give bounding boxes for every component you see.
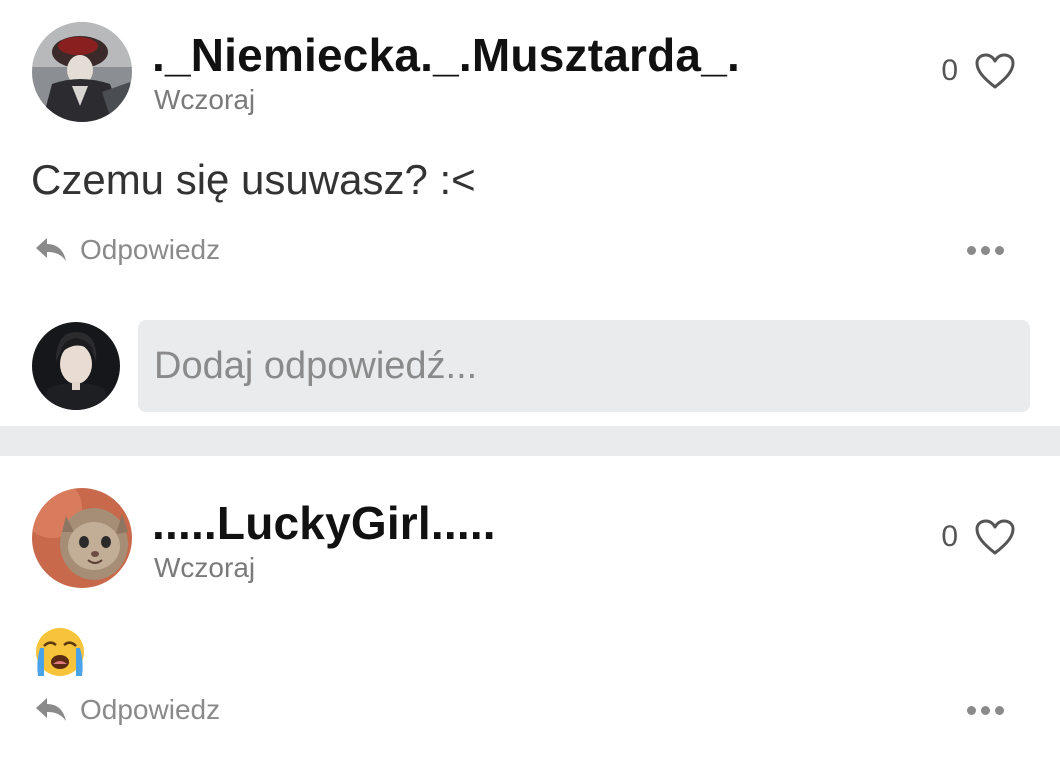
reply-icon <box>34 236 68 264</box>
like-count: 0 <box>941 54 958 87</box>
reply-label: Odpowiedz <box>80 694 221 725</box>
reply-composer <box>32 320 1030 412</box>
more-options-icon[interactable] <box>967 700 1004 721</box>
username[interactable]: .....LuckyGirl..... <box>152 496 496 550</box>
reply-label: Odpowiedz <box>80 234 221 265</box>
username[interactable]: ._Niemiecka._.Musztarda_. <box>152 28 740 82</box>
like-control: 0 <box>941 52 1016 90</box>
comment-actions: Odpowiedz <box>34 234 1004 266</box>
like-control: 0 <box>941 518 1016 556</box>
like-count: 0 <box>941 520 958 553</box>
comment-separator <box>0 426 1060 456</box>
comment-item: .....LuckyGirl..... Wczoraj 0 😭 <box>0 456 1060 766</box>
heart-icon[interactable] <box>974 52 1016 90</box>
comment-text: Czemu się usuwasz? :< <box>31 156 476 203</box>
reply-button[interactable]: Odpowiedz <box>34 234 220 266</box>
user-avatar[interactable] <box>32 488 132 588</box>
current-user-avatar <box>32 322 120 410</box>
timestamp: Wczoraj <box>154 84 256 115</box>
reply-input[interactable] <box>138 320 1030 412</box>
reply-icon <box>34 696 68 724</box>
more-options-icon[interactable] <box>967 240 1004 261</box>
timestamp: Wczoraj <box>154 552 256 583</box>
comment-item: ._Niemiecka._.Musztarda_. Wczoraj 0 Czem… <box>0 0 1060 426</box>
heart-icon[interactable] <box>974 518 1016 556</box>
comment-actions: Odpowiedz <box>34 694 1004 726</box>
reply-button[interactable]: Odpowiedz <box>34 694 220 726</box>
crying-emoji-icon: 😭 <box>34 626 86 678</box>
user-avatar[interactable] <box>32 22 132 122</box>
